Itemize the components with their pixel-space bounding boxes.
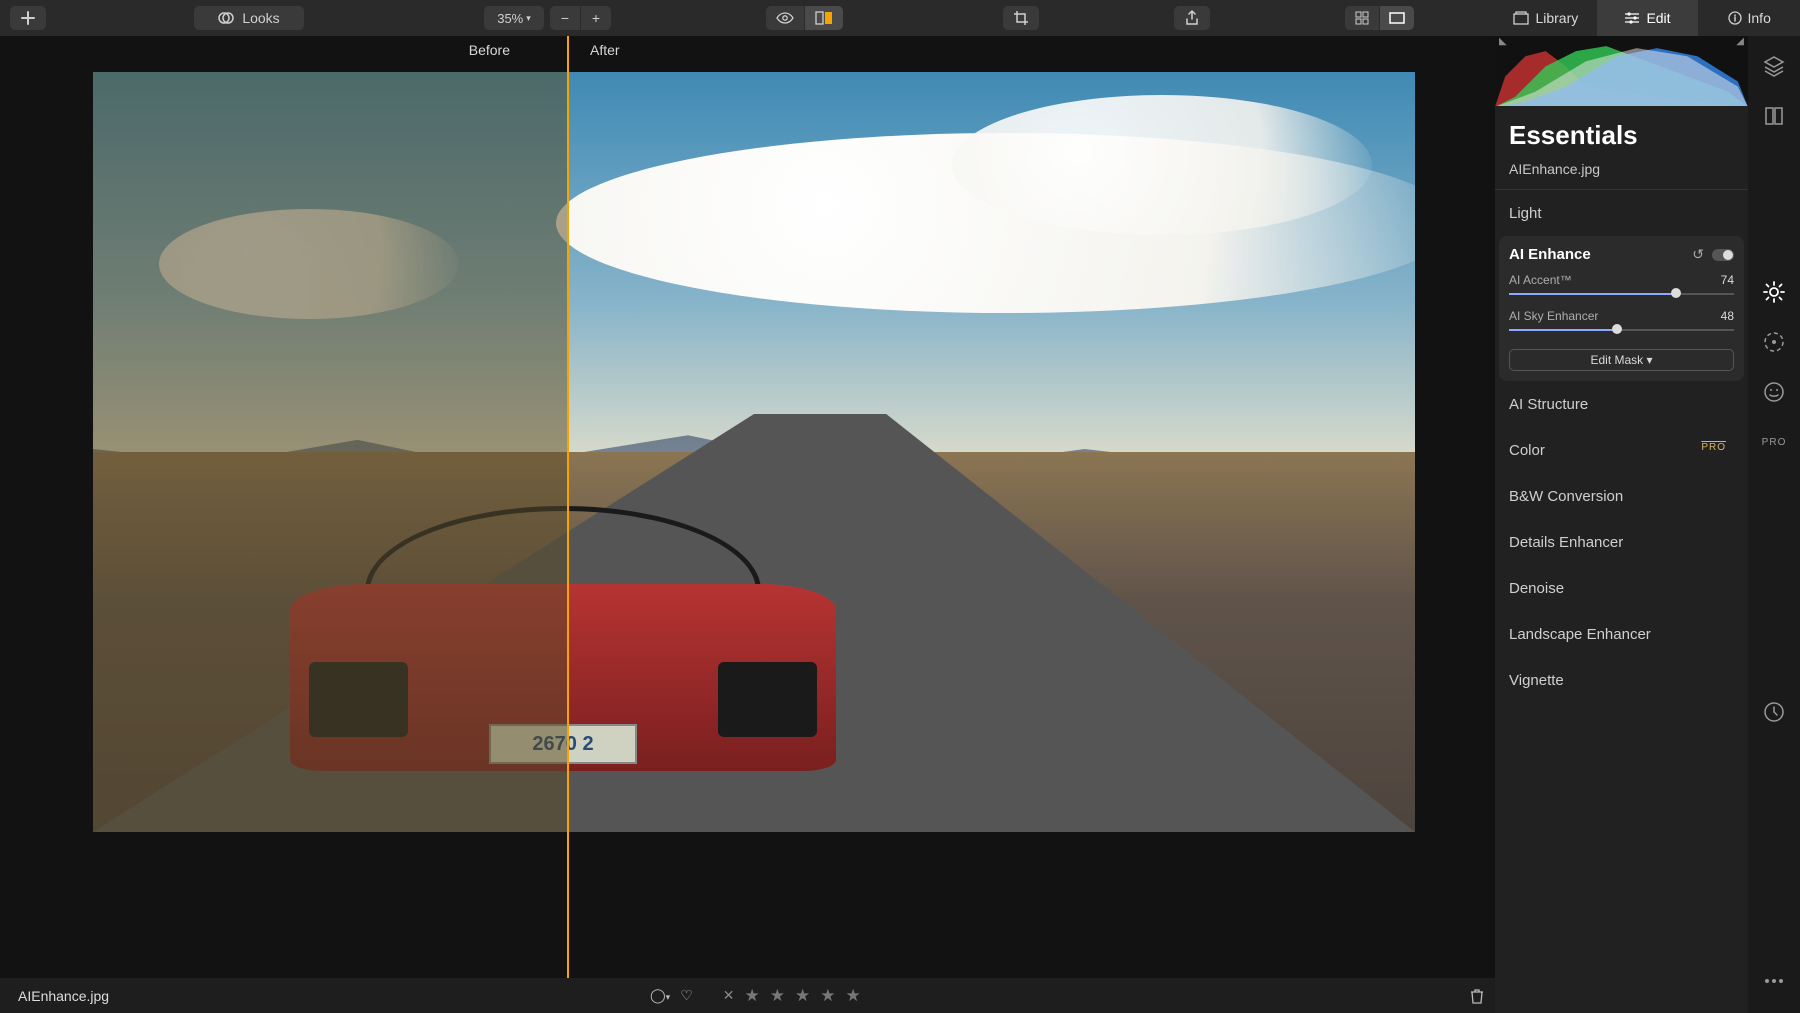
- star-1[interactable]: ★: [745, 986, 760, 1006]
- looks-label: Looks: [242, 10, 279, 26]
- delete-button[interactable]: [1470, 988, 1484, 1004]
- section-denoise[interactable]: Denoise: [1509, 565, 1734, 611]
- tab-info[interactable]: Info: [1698, 0, 1800, 36]
- grid-icon: [1355, 11, 1369, 25]
- preview-toggle-button[interactable]: [766, 6, 804, 30]
- star-5[interactable]: ★: [846, 986, 861, 1006]
- pro-tool[interactable]: PRO: [1762, 430, 1786, 454]
- reset-ai-enhance-button[interactable]: ↺: [1692, 246, 1704, 263]
- compare-toggle-button[interactable]: [805, 6, 843, 30]
- edit-sidepanel: ◣ ◢ Essentials AIEnhance.jpg Light AI En…: [1495, 36, 1748, 1013]
- tool-rail: PRO: [1748, 36, 1800, 1013]
- section-light[interactable]: Light: [1509, 190, 1734, 236]
- ai-sky-value: 48: [1721, 309, 1734, 323]
- zoom-out-button[interactable]: −: [550, 6, 580, 30]
- essentials-tool[interactable]: [1762, 280, 1786, 304]
- single-icon: [1389, 12, 1405, 24]
- section-vignette[interactable]: Vignette: [1509, 657, 1734, 703]
- zoom-level[interactable]: 35% ▾: [484, 6, 544, 30]
- ai-sky-label: AI Sky Enhancer: [1509, 309, 1598, 323]
- footer-bar: AIEnhance.jpg ◯▾ ♡ ✕ ★ ★ ★ ★ ★: [0, 978, 1510, 1013]
- sliders-icon: [1624, 11, 1640, 25]
- star-2[interactable]: ★: [770, 986, 785, 1006]
- ai-accent-value: 74: [1721, 273, 1734, 287]
- face-icon: [1763, 381, 1785, 403]
- info-icon: [1728, 11, 1742, 25]
- looks-icon: [218, 10, 234, 26]
- section-bw[interactable]: B&W Conversion: [1509, 473, 1734, 519]
- grid-view-button[interactable]: [1345, 6, 1379, 30]
- reject-button[interactable]: ✕: [723, 987, 735, 1004]
- after-label: After: [590, 42, 620, 58]
- trash-icon: [1470, 988, 1484, 1004]
- star-3[interactable]: ★: [795, 986, 810, 1006]
- sun-icon: [1762, 280, 1786, 304]
- crop-icon: [1013, 10, 1029, 26]
- favorite-button[interactable]: ♡: [680, 987, 693, 1004]
- color-label-picker[interactable]: ◯▾: [650, 987, 670, 1004]
- section-details[interactable]: Details Enhancer: [1509, 519, 1734, 565]
- add-button[interactable]: [10, 6, 46, 30]
- clock-icon: [1763, 701, 1785, 723]
- zoom-stepper: − +: [550, 6, 611, 30]
- footer-filename: AIEnhance.jpg: [18, 988, 109, 1004]
- canvas-area: Before After 2670 2: [0, 36, 1510, 978]
- ai-enhance-toggle[interactable]: [1712, 249, 1734, 261]
- compare-split-handle[interactable]: [567, 36, 569, 1013]
- section-landscape[interactable]: Landscape Enhancer: [1509, 611, 1734, 657]
- ai-accent-label: AI Accent™: [1509, 273, 1572, 287]
- tab-library[interactable]: Library: [1495, 0, 1597, 36]
- single-view-button[interactable]: [1380, 6, 1414, 30]
- history-tool[interactable]: [1762, 700, 1786, 724]
- star-4[interactable]: ★: [820, 986, 835, 1006]
- eye-icon: [776, 12, 794, 24]
- canvas-icon: [1763, 105, 1785, 127]
- before-label: Before: [469, 42, 510, 58]
- canvas-tool[interactable]: [1762, 104, 1786, 128]
- portrait-tool[interactable]: [1762, 380, 1786, 404]
- mode-tabs: Library Edit Info: [1495, 0, 1800, 36]
- layers-icon: [1763, 55, 1785, 77]
- section-color[interactable]: Color PRO: [1509, 427, 1734, 473]
- panel-title: Essentials: [1509, 120, 1734, 151]
- ai-accent-slider[interactable]: [1509, 289, 1734, 299]
- photo-preview[interactable]: 2670 2: [93, 72, 1415, 832]
- preview-compare-group: [766, 6, 843, 30]
- section-ai-structure[interactable]: AI Structure: [1509, 381, 1734, 427]
- looks-button[interactable]: Looks: [194, 6, 304, 30]
- export-icon: [1185, 10, 1199, 26]
- creative-icon: [1763, 331, 1785, 353]
- section-ai-enhance[interactable]: AI Enhance ↺ AI Accent™ 74 AI Sky Enhanc…: [1499, 236, 1744, 381]
- export-button[interactable]: [1174, 6, 1210, 30]
- view-mode-group: [1345, 6, 1414, 30]
- pro-icon: PRO: [1762, 437, 1787, 448]
- panel-filename: AIEnhance.jpg: [1509, 161, 1734, 177]
- ai-sky-slider[interactable]: [1509, 325, 1734, 335]
- crop-button[interactable]: [1003, 6, 1039, 30]
- histogram-clip-left-icon: ◣: [1499, 36, 1507, 47]
- more-tool[interactable]: [1762, 969, 1786, 993]
- edit-mask-button[interactable]: Edit Mask ▾: [1509, 349, 1734, 371]
- library-icon: [1513, 11, 1529, 25]
- creative-tool[interactable]: [1762, 330, 1786, 354]
- histogram[interactable]: ◣ ◢: [1495, 36, 1748, 106]
- zoom-in-button[interactable]: +: [581, 6, 611, 30]
- compare-icon: [815, 11, 833, 25]
- layers-tool[interactable]: [1762, 54, 1786, 78]
- histogram-clip-right-icon: ◢: [1736, 36, 1744, 47]
- pro-badge: PRO: [1701, 442, 1726, 453]
- more-icon: [1763, 978, 1785, 984]
- tab-edit[interactable]: Edit: [1597, 0, 1699, 36]
